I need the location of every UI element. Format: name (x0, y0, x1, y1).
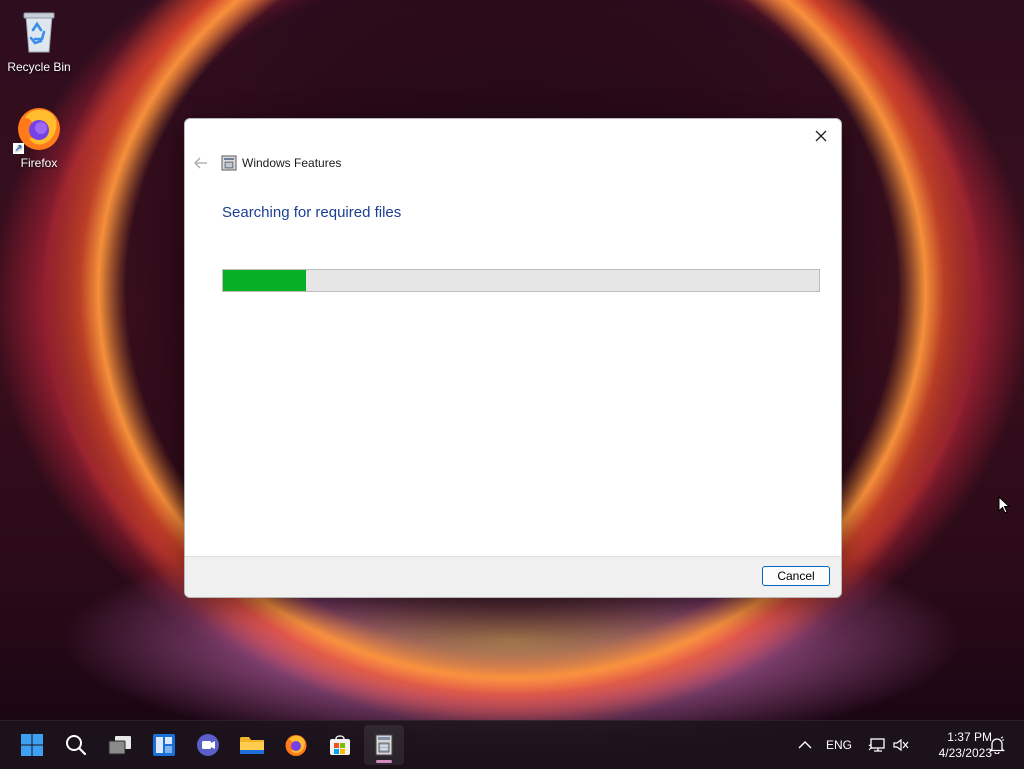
dialog-title: Windows Features (242, 156, 342, 170)
store-button[interactable] (320, 725, 360, 765)
windows-features-icon (221, 155, 237, 171)
task-view-icon (108, 736, 131, 755)
taskbar: ENG 1:37 PM 4/23/2023 (0, 720, 1024, 769)
back-arrow-icon (194, 157, 207, 169)
network-button[interactable] (866, 721, 888, 769)
language-indicator[interactable]: ENG (822, 721, 856, 769)
windows-features-taskbar-button[interactable] (364, 725, 404, 765)
volume-muted-icon (893, 738, 909, 752)
firefox-icon: ↗ (13, 104, 63, 154)
start-button[interactable] (12, 725, 52, 765)
search-icon (66, 735, 87, 756)
clock-time: 1:37 PM (947, 730, 992, 744)
desktop-icon-recycle-bin[interactable]: Recycle Bin (1, 8, 77, 74)
windows-start-icon (21, 734, 43, 756)
dialog-title-bar: Windows Features (221, 155, 341, 171)
recycle-bin-icon (15, 8, 63, 56)
file-explorer-button[interactable] (232, 725, 272, 765)
dialog-footer: Cancel (185, 556, 841, 597)
desktop-icon-firefox[interactable]: ↗ Firefox (1, 104, 77, 170)
widgets-icon (153, 734, 175, 756)
status-heading: Searching for required files (222, 204, 402, 221)
windows-features-icon (375, 734, 393, 756)
shortcut-arrow-icon: ↗ (13, 143, 24, 154)
active-app-indicator (376, 760, 392, 763)
close-button[interactable] (807, 123, 835, 149)
cancel-button[interactable]: Cancel (762, 566, 830, 586)
folder-icon (240, 737, 264, 754)
task-view-button[interactable] (100, 725, 140, 765)
progress-bar-fill (223, 270, 307, 291)
widgets-button[interactable] (144, 725, 184, 765)
back-button[interactable] (191, 153, 211, 173)
notifications-button[interactable] (986, 721, 1008, 769)
windows-features-dialog: Windows Features Searching for required … (184, 118, 842, 598)
desktop-icon-label: Firefox (20, 156, 58, 170)
chat-icon (197, 734, 219, 756)
mouse-cursor-icon (998, 495, 1011, 521)
close-icon (815, 130, 827, 142)
notification-bell-icon (989, 736, 1005, 754)
search-button[interactable] (56, 725, 96, 765)
clock[interactable]: 1:37 PM 4/23/2023 (916, 729, 992, 761)
chevron-up-icon (798, 741, 812, 749)
show-hidden-icons-button[interactable] (794, 721, 816, 769)
chat-button[interactable] (188, 725, 228, 765)
store-icon (330, 735, 350, 755)
volume-button[interactable] (890, 721, 912, 769)
firefox-icon (285, 735, 307, 756)
progress-bar (222, 269, 820, 292)
desktop-icon-label: Recycle Bin (7, 60, 71, 74)
clock-date: 4/23/2023 (938, 746, 992, 760)
network-icon (868, 738, 885, 752)
firefox-taskbar-button[interactable] (276, 725, 316, 765)
